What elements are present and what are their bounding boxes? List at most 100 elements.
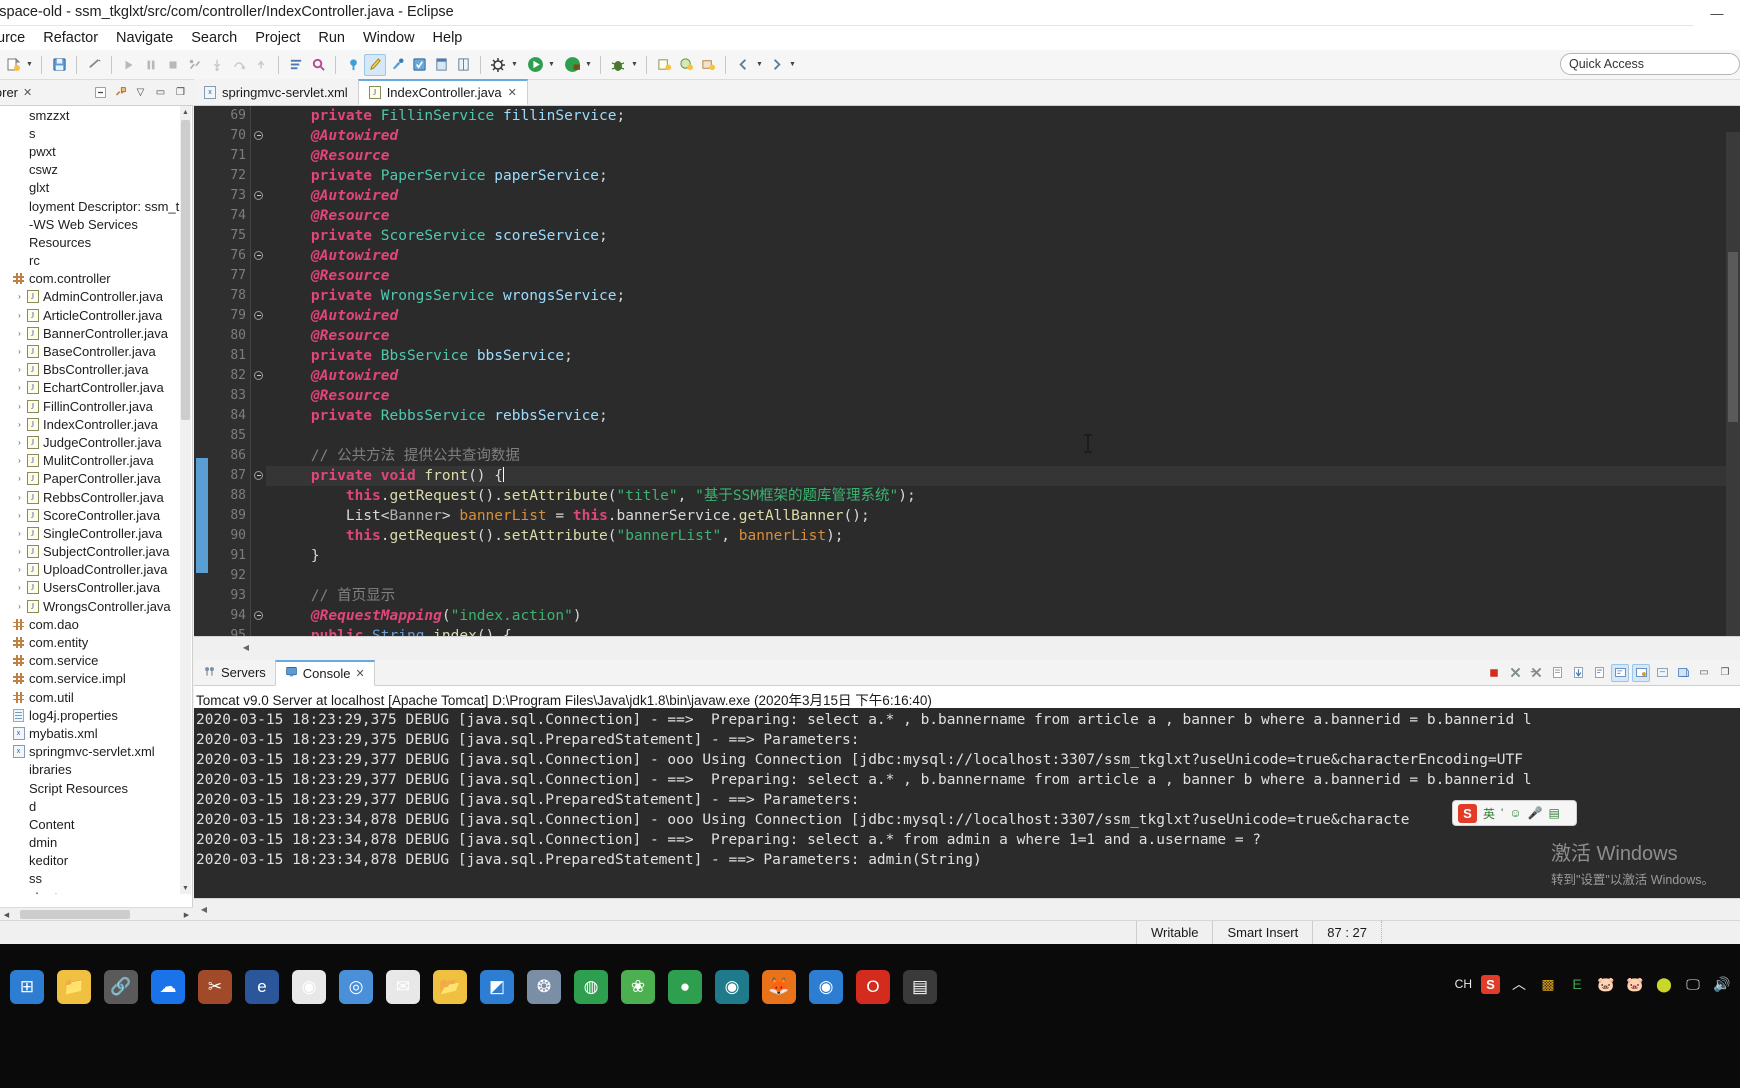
close-icon[interactable]: ✕ (508, 86, 517, 99)
ime-toolbar[interactable]: S 英 ' ☺ 🎤 ▤ (1452, 800, 1577, 826)
chevron-up-icon[interactable]: ︿ (1509, 974, 1529, 994)
minimize-icon[interactable]: ▭ (1695, 664, 1713, 682)
open-type-icon[interactable] (285, 54, 307, 76)
app-icon[interactable]: ▩ (1538, 974, 1558, 994)
back-nav-dropdown-icon[interactable]: ▼ (754, 54, 765, 76)
editor-horizontal-scrollbar[interactable]: ◀ (194, 636, 1740, 658)
forward-nav-dropdown-icon[interactable]: ▼ (787, 54, 798, 76)
show-console-on-output-icon[interactable] (1611, 663, 1629, 682)
tree-item[interactable]: › J RebbsController.java (0, 488, 181, 506)
tree-item[interactable]: › J FillinController.java (0, 397, 181, 415)
volume-icon[interactable]: 🔊 (1712, 974, 1732, 994)
tree-item[interactable]: glxt (0, 179, 181, 197)
open-console-icon[interactable] (1674, 664, 1692, 682)
chevron-right-icon[interactable]: › (14, 347, 25, 356)
opera-icon[interactable]: O (856, 970, 890, 1004)
editor-tab[interactable]: x springmvc-servlet.xml (194, 79, 358, 105)
tree-item[interactable]: pwxt (0, 142, 181, 160)
fold-toggle-icon[interactable] (254, 251, 263, 260)
tree-item[interactable]: Script Resources (0, 779, 181, 797)
run-dropdown-icon[interactable]: ▼ (546, 54, 557, 76)
code-line[interactable]: // 公共方法 提供公共查询数据 (266, 446, 1726, 466)
code-line[interactable]: private void front() { (266, 466, 1726, 486)
chevron-right-icon[interactable]: › (14, 529, 25, 538)
tree-item[interactable]: › J EchartController.java (0, 379, 181, 397)
suspend-icon[interactable] (140, 54, 162, 76)
code-line[interactable]: List<Banner> bannerList = this.bannerSer… (266, 506, 1726, 526)
tree-item[interactable]: › J AdminController.java (0, 288, 181, 306)
code-line[interactable]: @Autowired (266, 126, 1726, 146)
back-nav-icon[interactable] (732, 54, 754, 76)
tree-item[interactable]: › J ArticleController.java (0, 306, 181, 324)
mail-icon[interactable]: ✉ (386, 970, 420, 1004)
menu-item-help[interactable]: Help (424, 28, 472, 48)
tree-item[interactable]: x springmvc-servlet.xml (0, 743, 181, 761)
chevron-right-icon[interactable]: › (14, 311, 25, 320)
step-return-icon[interactable] (250, 54, 272, 76)
tree-item[interactable]: › J UsersController.java (0, 579, 181, 597)
scroll-left-icon[interactable]: ◀ (238, 637, 254, 658)
tree-item[interactable]: › J ScoreController.java (0, 506, 181, 524)
resume-icon[interactable] (118, 54, 140, 76)
eclipse-icon[interactable]: ❂ (527, 970, 561, 1004)
code-line[interactable]: @Resource (266, 146, 1726, 166)
editor-tab[interactable]: J IndexController.java ✕ (357, 79, 528, 105)
highlight-icon[interactable] (364, 53, 386, 76)
display-selected-console-icon[interactable] (1653, 664, 1671, 682)
terminate-icon[interactable] (1485, 664, 1503, 682)
code-line[interactable]: private PaperService paperService; (266, 166, 1726, 186)
menu-item-navigate[interactable]: Navigate (107, 28, 182, 48)
windows-start-icon[interactable]: ⊞ (10, 970, 44, 1004)
tray-language-label[interactable]: CH (1455, 977, 1472, 991)
code-line[interactable]: @Resource (266, 206, 1726, 226)
tree-item[interactable]: › J WrongsController.java (0, 597, 181, 615)
tree-item[interactable]: -WS Web Services (0, 215, 181, 233)
chevron-right-icon[interactable]: › (14, 583, 25, 592)
circle-app-icon[interactable]: ● (668, 970, 702, 1004)
mic-icon[interactable]: 🎤 (1528, 806, 1543, 820)
step-over-icon[interactable] (228, 54, 250, 76)
project-tree[interactable]: smzzxt s pwxt cswz glxt loyment Descriptor: s… (0, 106, 181, 894)
external-tools-icon[interactable] (386, 54, 408, 76)
tree-item[interactable]: com.service.impl (0, 670, 181, 688)
editor-scroll-thumb[interactable] (1728, 252, 1738, 422)
code-line[interactable]: } (266, 546, 1726, 566)
fold-toggle-icon[interactable] (254, 371, 263, 380)
chevron-right-icon[interactable]: › (14, 292, 25, 301)
explorer-icon[interactable]: 📁 (57, 970, 91, 1004)
code-line[interactable]: @Resource (266, 266, 1726, 286)
chrome-icon[interactable]: ◉ (292, 970, 326, 1004)
fold-toggle-icon[interactable] (254, 611, 263, 620)
sogou-icon[interactable]: S (1481, 974, 1500, 994)
profile-icon[interactable] (561, 54, 583, 76)
pig-icon[interactable]: 🐷 (1596, 974, 1616, 994)
code-line[interactable]: @Autowired (266, 306, 1726, 326)
search-icon[interactable] (307, 54, 329, 76)
cloud-icon[interactable]: ☁ (151, 970, 185, 1004)
new-java-project-icon[interactable] (653, 54, 675, 76)
tree-item[interactable]: keditor (0, 852, 181, 870)
tree-item[interactable]: › J SubjectController.java (0, 543, 181, 561)
link-icon[interactable]: 🔗 (104, 970, 138, 1004)
code-content[interactable]: private FillinService fillinService; @Au… (266, 106, 1726, 636)
chevron-right-icon[interactable]: › (14, 383, 25, 392)
remove-all-terminated-icon[interactable] (1527, 664, 1545, 682)
menu-item-urce[interactable]: urce (0, 28, 34, 48)
console-tab[interactable]: Console ✕ (274, 659, 375, 686)
tree-item[interactable]: cswz (0, 161, 181, 179)
new-wizard-dropdown-icon[interactable]: ▼ (24, 54, 35, 76)
close-icon[interactable]: ✕ (23, 86, 32, 99)
edge-icon[interactable]: e (245, 970, 279, 1004)
tree-item[interactable]: ibraries (0, 761, 181, 779)
tree-item[interactable]: › J PaperController.java (0, 470, 181, 488)
tree-item[interactable]: › J IndexController.java (0, 415, 181, 433)
chevron-right-icon[interactable]: › (14, 329, 25, 338)
fold-toggle-icon[interactable] (254, 471, 263, 480)
code-line[interactable]: public String index() { (266, 626, 1726, 636)
explorer-tab[interactable]: lorer ✕ (0, 85, 36, 100)
new-class-icon[interactable] (675, 54, 697, 76)
fold-toggle-icon[interactable] (254, 191, 263, 200)
editor-vertical-scrollbar[interactable] (1726, 132, 1740, 636)
shield-icon[interactable]: ⬤ (1654, 974, 1674, 994)
vscode-icon[interactable]: ◩ (480, 970, 514, 1004)
